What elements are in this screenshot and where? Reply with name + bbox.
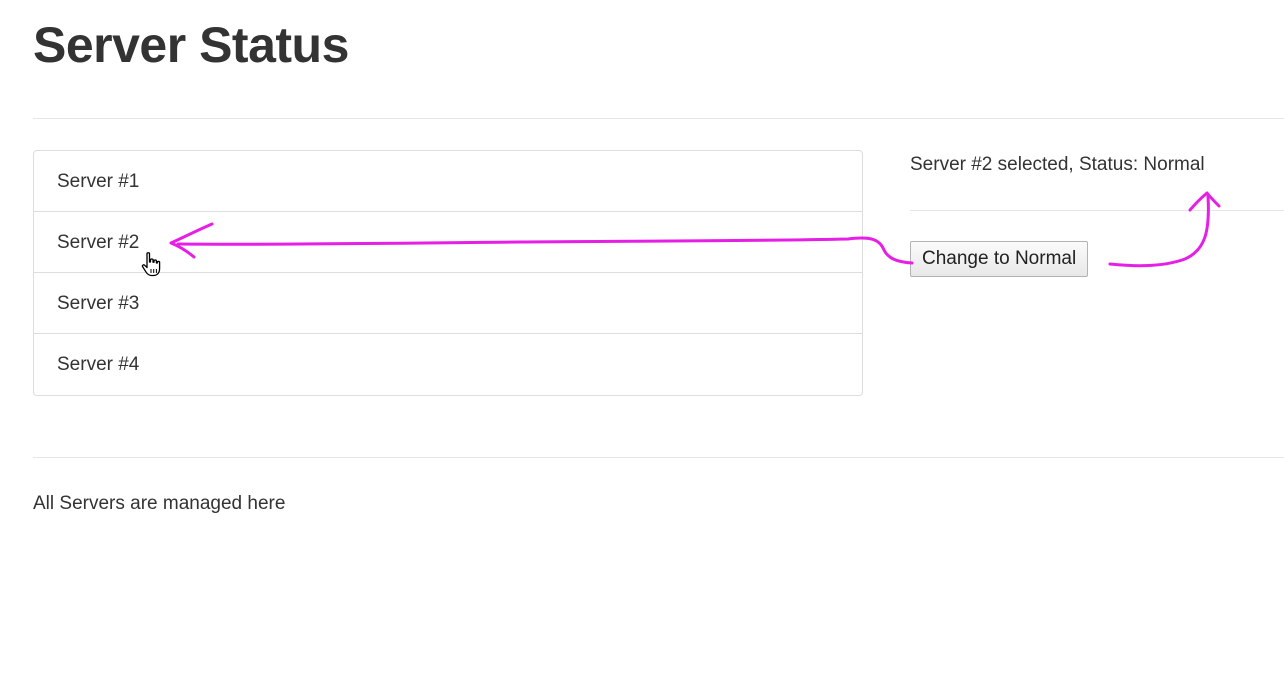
page: Server Status Server #1 Server #2 Server… xyxy=(0,0,1284,688)
bottom-divider xyxy=(33,457,1284,458)
top-divider xyxy=(33,118,1284,119)
hand-pointer-icon xyxy=(141,252,161,277)
page-title: Server Status xyxy=(33,17,349,73)
server-list-item-3[interactable]: Server #3 xyxy=(34,273,862,334)
server-status-text: Server #2 selected, Status: Normal xyxy=(910,154,1205,175)
change-status-button[interactable]: Change to Normal xyxy=(910,241,1089,277)
server-list-item-4[interactable]: Server #4 xyxy=(34,334,862,395)
annotation-arrowhead-up xyxy=(1188,191,1221,212)
status-divider xyxy=(910,210,1284,211)
server-list-item-1[interactable]: Server #1 xyxy=(34,151,862,212)
footer-text: All Servers are managed here xyxy=(33,493,286,514)
annotation-arrow-to-status xyxy=(1108,194,1210,268)
